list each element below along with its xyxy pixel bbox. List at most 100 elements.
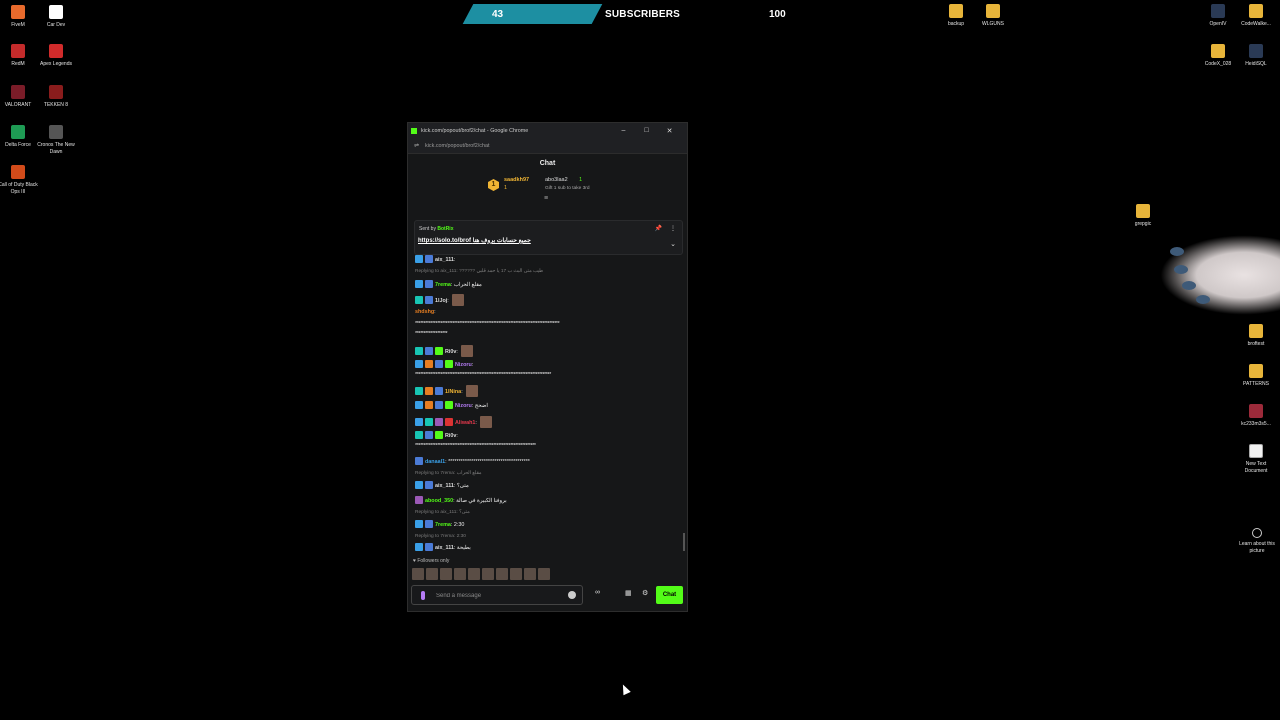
emote-item[interactable] bbox=[468, 568, 480, 580]
camera-icon bbox=[1252, 528, 1262, 538]
chat-message[interactable]: 1lNina: bbox=[415, 385, 479, 397]
emote-bar[interactable] bbox=[412, 568, 550, 580]
settings-gear-icon[interactable]: ⚙ bbox=[642, 589, 648, 597]
chat-username[interactable]: 1lJoj bbox=[435, 298, 447, 304]
chat-message[interactable]: ****************************************… bbox=[415, 372, 551, 378]
desktop-icon[interactable]: New Text Document bbox=[1236, 444, 1276, 475]
chat-username[interactable]: Nizoru bbox=[455, 403, 472, 409]
chat-username[interactable]: aix_111 bbox=[435, 545, 454, 551]
chevron-down-icon[interactable]: ⌄ bbox=[670, 240, 676, 248]
desktop-icon[interactable]: FiveM bbox=[0, 5, 38, 29]
message-input-box[interactable] bbox=[411, 585, 583, 605]
desktop-icon[interactable]: RedM bbox=[0, 44, 38, 68]
desktop-icon[interactable]: Call of Duty Black Ops III bbox=[0, 165, 38, 196]
emote-item[interactable] bbox=[524, 568, 536, 580]
reply-context[interactable]: Replying to 7rema: مقلع الحراب bbox=[415, 471, 481, 476]
desktop-icon[interactable]: grepgic bbox=[1123, 204, 1163, 228]
chat-username[interactable]: Nizoru bbox=[455, 362, 472, 368]
emote-item[interactable] bbox=[496, 568, 508, 580]
chat-username[interactable]: abood_350 bbox=[425, 498, 453, 504]
chat-message[interactable]: Aliwah1: bbox=[415, 416, 493, 428]
user-badge-icon bbox=[415, 520, 423, 528]
chat-message[interactable]: shdshg: bbox=[415, 309, 436, 315]
reply-context[interactable]: Replying to aix_111: متى؟ bbox=[415, 510, 470, 515]
chat-scrollbar[interactable] bbox=[683, 533, 685, 551]
chat-message[interactable]: 7rema: 2:30 bbox=[415, 520, 464, 528]
chat-username[interactable]: aix_111 bbox=[435, 483, 454, 489]
desktop-icon[interactable]: CodeWalke... bbox=[1236, 4, 1276, 28]
chat-message[interactable]: Ri0v: bbox=[415, 345, 474, 357]
second-gifter[interactable]: abo3laa2 1 Gift 1 sub to take 3rd bbox=[545, 177, 590, 191]
desktop-icon[interactable]: Car Dev bbox=[36, 5, 76, 29]
emote-item[interactable] bbox=[454, 568, 466, 580]
chat-message[interactable]: ****************************************… bbox=[415, 443, 536, 449]
chat-message[interactable]: aix_111: بطيحة bbox=[415, 543, 471, 551]
reply-context[interactable]: Replying to 7rema: 2:30 bbox=[415, 534, 466, 539]
pin-icon[interactable]: 📌 bbox=[655, 225, 662, 232]
chat-username[interactable]: 7rema bbox=[435, 282, 451, 288]
user-badge-icon bbox=[425, 418, 433, 426]
minimize-button[interactable]: – bbox=[612, 127, 635, 134]
chat-username[interactable]: Aliwah1 bbox=[455, 420, 475, 426]
desktop-icon[interactable]: broftest bbox=[1236, 324, 1276, 348]
desktop-icon[interactable]: TEKKEN 8 bbox=[36, 85, 76, 109]
desktop-icon[interactable]: VALORANT bbox=[0, 85, 38, 109]
desktop-icon[interactable]: OpenIV bbox=[1198, 4, 1238, 28]
gift-note: Gift 1 sub to take 3rd bbox=[545, 186, 590, 191]
chat-username[interactable]: 1lNina bbox=[445, 389, 461, 395]
user-badge-icon bbox=[415, 496, 423, 504]
message-input[interactable] bbox=[436, 589, 566, 602]
emote-item[interactable] bbox=[426, 568, 438, 580]
emote-item[interactable] bbox=[482, 568, 494, 580]
emote-item[interactable] bbox=[440, 568, 452, 580]
learn-about-picture[interactable]: Learn about this picture bbox=[1238, 528, 1276, 555]
window-titlebar[interactable]: kick.com/popout/brof2/chat - Google Chro… bbox=[408, 123, 687, 138]
more-options-icon[interactable]: ⋮ bbox=[670, 225, 676, 232]
emoji-icon[interactable] bbox=[568, 591, 576, 599]
desktop-icon[interactable]: CodeX_028 bbox=[1198, 44, 1238, 68]
pinned-message[interactable]: Sent by BotRix https://solo.to/brof جميع… bbox=[414, 220, 683, 255]
desktop-icon[interactable]: backup bbox=[936, 4, 976, 28]
address-bar[interactable]: ⇌ kick.com/popout/brof2/chat bbox=[408, 138, 687, 154]
chat-message[interactable]: ****************************************… bbox=[415, 321, 560, 327]
chat-message[interactable]: ******************* bbox=[415, 331, 448, 337]
chat-message[interactable]: Ri0v: bbox=[415, 431, 458, 439]
pinned-link[interactable]: https://solo.to/brof جميع حسابات بروف هن… bbox=[418, 237, 531, 244]
desktop-icon[interactable]: WLGUNS bbox=[973, 4, 1013, 28]
reply-context[interactable]: Replying to aix_111: ?????? طيب متى البث… bbox=[415, 269, 543, 274]
followers-only-notice: ♥ Followers only bbox=[413, 558, 450, 564]
close-button[interactable]: ✕ bbox=[658, 127, 681, 135]
desktop-icon[interactable]: Cronos The New Dawn bbox=[36, 125, 76, 156]
chat-message[interactable]: aix_111: متى؟ bbox=[415, 481, 469, 489]
chat-username[interactable]: Ri0v bbox=[445, 433, 456, 439]
chat-messages[interactable]: aix_111: Replying to aix_111: ?????? طيب… bbox=[415, 255, 681, 555]
emote-item[interactable] bbox=[412, 568, 424, 580]
user-badge-icon bbox=[425, 280, 433, 288]
desktop-icon[interactable]: HeidiSQL bbox=[1236, 44, 1276, 68]
chat-username[interactable]: Ri0v bbox=[445, 349, 456, 355]
emote-item[interactable] bbox=[510, 568, 522, 580]
filter-icon[interactable]: ≡ bbox=[544, 195, 548, 202]
mic-icon[interactable] bbox=[421, 591, 425, 600]
desktop-icon[interactable]: kc233m3s5... bbox=[1236, 404, 1276, 428]
chat-message[interactable]: Nizoru: اضحج bbox=[415, 401, 488, 409]
chat-username[interactable]: shdshg bbox=[415, 309, 434, 315]
chat-message[interactable]: Nizoru: bbox=[415, 360, 473, 368]
site-settings-icon[interactable]: ⇌ bbox=[414, 142, 419, 149]
chat-message[interactable]: aix_111: bbox=[415, 255, 455, 263]
desktop-icon[interactable]: Apex Legends bbox=[36, 44, 76, 68]
desktop-icon[interactable]: PATTERNS bbox=[1236, 364, 1276, 388]
infinity-icon[interactable]: ∞ bbox=[595, 589, 600, 596]
maximize-button[interactable]: □ bbox=[635, 127, 658, 134]
desktop-icon[interactable]: Delta Force bbox=[0, 125, 38, 149]
chat-username[interactable]: aix_111 bbox=[435, 257, 454, 263]
emote-item[interactable] bbox=[538, 568, 550, 580]
chat-username[interactable]: danaal1 bbox=[425, 459, 445, 465]
store-icon[interactable]: ▦ bbox=[625, 589, 632, 597]
chat-username[interactable]: 7rema bbox=[435, 522, 451, 528]
send-chat-button[interactable]: Chat bbox=[656, 586, 683, 604]
chat-message[interactable]: 1lJoj: bbox=[415, 294, 465, 306]
chat-message[interactable]: 7rema: مقلع الحراب bbox=[415, 280, 482, 288]
chat-message[interactable]: abood_350: بروفنا الكبيرة في صالة bbox=[415, 496, 507, 504]
chat-message[interactable]: danaal1: *******************************… bbox=[415, 457, 530, 465]
